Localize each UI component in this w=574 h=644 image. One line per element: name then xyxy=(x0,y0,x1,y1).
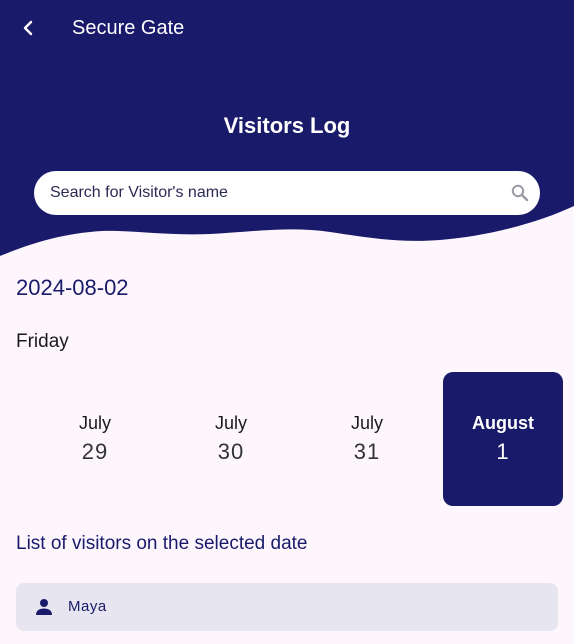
date-item-july-30[interactable]: July 30 xyxy=(171,372,291,506)
visitor-name: Maya xyxy=(68,598,107,615)
page-title: Visitors Log xyxy=(223,113,351,138)
date-item-month: July xyxy=(350,413,383,433)
date-item-month: July xyxy=(78,413,111,433)
date-item-july-29[interactable]: July 29 xyxy=(35,372,155,506)
search-bar xyxy=(34,171,540,215)
date-item-month: July xyxy=(214,413,247,433)
date-item-day: 1 xyxy=(496,439,510,464)
visitors-section-title: List of visitors on the selected date xyxy=(16,533,308,554)
visitor-list-item[interactable]: Maya xyxy=(16,583,558,631)
selected-date: 2024-08-02 xyxy=(16,275,129,300)
header: Secure Gate Visitors Log xyxy=(0,0,574,260)
search-icon[interactable] xyxy=(510,183,530,203)
date-item-day: 31 xyxy=(353,439,381,464)
app-title: Secure Gate xyxy=(72,17,185,39)
date-item-day: 29 xyxy=(81,439,109,464)
date-item-july-31[interactable]: July 31 xyxy=(307,372,427,506)
selected-weekday: Friday xyxy=(16,331,69,352)
date-item-month: August xyxy=(472,413,534,433)
person-icon xyxy=(36,599,52,615)
back-button[interactable] xyxy=(12,12,44,44)
search-input[interactable] xyxy=(50,171,490,215)
chevron-left-icon xyxy=(23,20,33,36)
date-item-august-1[interactable]: August 1 xyxy=(443,372,563,506)
date-item-day: 30 xyxy=(217,439,245,464)
date-strip: July 29 July 30 July 31 August 1 xyxy=(27,372,563,506)
